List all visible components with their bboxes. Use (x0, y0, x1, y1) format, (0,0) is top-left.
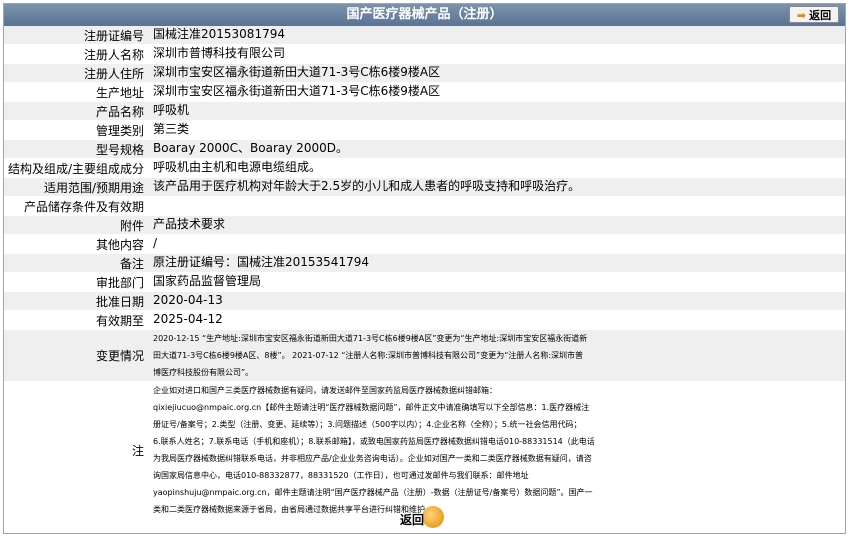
text-line: 册证号/备案号；2.类型（注册、变更、延续等）；3.问题描述（500字以内）；4… (153, 420, 582, 429)
field-label: 型号规格 (95, 142, 144, 157)
text-line: 2020-12-15 “生产地址:深圳市宝安区福永街道新田大道71-3号C栋6楼… (153, 334, 588, 343)
table-row: 适用范围/预期用途 该产品用于医疗机构对年龄大于2.5岁的小儿和成人患者的呼吸支持… (4, 178, 845, 197)
text-line: 田大道71-3号C栋6楼9楼A区、8楼”。 2021-07-12 “注册人名称:… (153, 351, 584, 360)
table-row: 注 企业如对进口和国产三类医疗器械数据有疑问，请发送邮件至国家药监局医疗器械数据纠… (4, 382, 845, 519)
back-button-bottom-label: 返回 (400, 513, 425, 527)
table-row: 审批部门 国家药品监督管理局 (4, 273, 845, 292)
field-value: 深圳市宝安区福永街道新田大道71-3号C栋6楼9楼A区 (153, 84, 441, 98)
field-value: 呼吸机由主机和电源电缆组成。 (153, 160, 322, 174)
change-text: 2020-12-15 “生产地址:深圳市宝安区福永街道新田大道71-3号C栋6楼… (150, 330, 845, 381)
table-row: 其他内容 / (4, 235, 845, 254)
field-label: 批准日期 (95, 294, 144, 309)
text-line: 类和二类医疗器械数据来源于省局，由省局通过数据共享平台进行纠错和维护。 (153, 505, 433, 514)
field-label: 结构及组成/主要组成成分 (7, 161, 144, 176)
field-value: 该产品用于医疗机构对年龄大于2.5岁的小儿和成人患者的呼吸支持和呼吸治疗。 (153, 179, 581, 193)
field-label: 备注 (119, 256, 144, 271)
table-row: 备注 原注册证编号：国械注准20153541794 (4, 254, 845, 273)
field-label: 注 (131, 443, 144, 458)
table-row: 型号规格 Boaray 2000C、Boaray 2000D。 (4, 140, 845, 159)
field-label: 有效期至 (95, 313, 144, 328)
title-bar: 国产医疗器械产品（注册） ➡ 返回 (4, 4, 845, 26)
table-row: 产品储存条件及有效期 (4, 197, 845, 216)
table-row: 注册人住所 深圳市宝安区福永街道新田大道71-3号C栋6楼9楼A区 (4, 64, 845, 83)
back-button-top[interactable]: ➡ 返回 (789, 6, 839, 23)
field-label: 注册人住所 (83, 66, 144, 81)
table-row: 变更情况 2020-12-15 “生产地址:深圳市宝安区福永街道新田大道71-3号… (4, 330, 845, 382)
text-line: 企业如对进口和国产三类医疗器械数据有疑问，请发送邮件至国家药监局医疗器械数据纠错… (153, 386, 497, 395)
field-value: 国家药品监督管理局 (153, 274, 262, 288)
table-row: 注册证编号 国械注准20153081794 (4, 26, 845, 45)
text-line: yaopinshuju@nmpaic.org.cn，邮件主题请注明“国产医疗器械… (153, 488, 593, 497)
field-label: 产品名称 (95, 104, 144, 119)
note-text: 企业如对进口和国产三类医疗器械数据有疑问，请发送邮件至国家药监局医疗器械数据纠错… (150, 382, 845, 518)
back-button-bottom[interactable]: 返回 (400, 505, 444, 531)
arrow-right-icon: ➡ (796, 9, 807, 22)
field-value: 第三类 (153, 122, 190, 136)
field-label: 附件 (119, 218, 144, 233)
page-title: 国产医疗器械产品（注册） (346, 7, 503, 22)
field-label: 产品储存条件及有效期 (23, 199, 144, 214)
field-value: 深圳市普博科技有限公司 (153, 46, 286, 60)
field-value: 2020-04-13 (153, 293, 223, 307)
field-table: 注册证编号 国械注准20153081794 注册人名称 深圳市普博科技有限公司 注册人住… (4, 26, 845, 519)
field-value: 2025-04-12 (153, 312, 223, 326)
table-row: 有效期至 2025-04-12 (4, 311, 845, 330)
field-value (150, 197, 845, 214)
field-value: 原注册证编号：国械注准20153541794 (153, 255, 369, 269)
field-value: 深圳市宝安区福永街道新田大道71-3号C栋6楼9楼A区 (153, 65, 441, 79)
text-line: 询国家局信息中心，电话010-88332877，88331520（工作日），也可… (153, 471, 529, 480)
table-row: 管理类别 第三类 (4, 121, 845, 140)
field-value: 呼吸机 (153, 103, 190, 117)
table-row: 附件 产品技术要求 (4, 216, 845, 235)
field-value: Boaray 2000C、Boaray 2000D。 (153, 141, 348, 155)
field-value: / (153, 236, 158, 250)
field-value: 国械注准20153081794 (153, 27, 285, 41)
table-row: 生产地址 深圳市宝安区福永街道新田大道71-3号C栋6楼9楼A区 (4, 83, 845, 102)
table-row: 产品名称 呼吸机 (4, 102, 845, 121)
field-label: 注册人名称 (83, 47, 144, 62)
field-label: 变更情况 (95, 349, 144, 363)
field-label: 注册证编号 (83, 28, 144, 43)
text-line: 6.联系人姓名；7.联系电话（手机和座机）；8.联系邮箱】，或致电国家药监局医疗… (153, 437, 595, 446)
field-value: 产品技术要求 (153, 217, 226, 231)
table-row: 注册人名称 深圳市普博科技有限公司 (4, 45, 845, 64)
table-row: 结构及组成/主要组成成分 呼吸机由主机和电源电缆组成。 (4, 159, 845, 178)
field-label: 其他内容 (95, 237, 144, 252)
field-label: 管理类别 (95, 123, 144, 138)
field-label: 审批部门 (95, 275, 144, 290)
back-button-label: 返回 (809, 9, 832, 22)
text-line: qixiejiucuo@nmpaic.org.cn【邮件主题请注明“医疗器械数据… (153, 403, 590, 412)
text-line: 为我局医疗器械数据纠错联系电话，并非相应产品/企业业务咨询电话）。企业如对国产一… (153, 454, 592, 463)
back-circle-icon (422, 506, 444, 528)
table-row: 批准日期 2020-04-13 (4, 292, 845, 311)
text-line: 博医疗科技股份有限公司”。 (153, 368, 254, 377)
field-label: 适用范围/预期用途 (43, 180, 144, 195)
field-label: 生产地址 (95, 85, 144, 100)
detail-panel: 国产医疗器械产品（注册） ➡ 返回 注册证编号 国械注准20153081794 注册人… (3, 3, 846, 534)
